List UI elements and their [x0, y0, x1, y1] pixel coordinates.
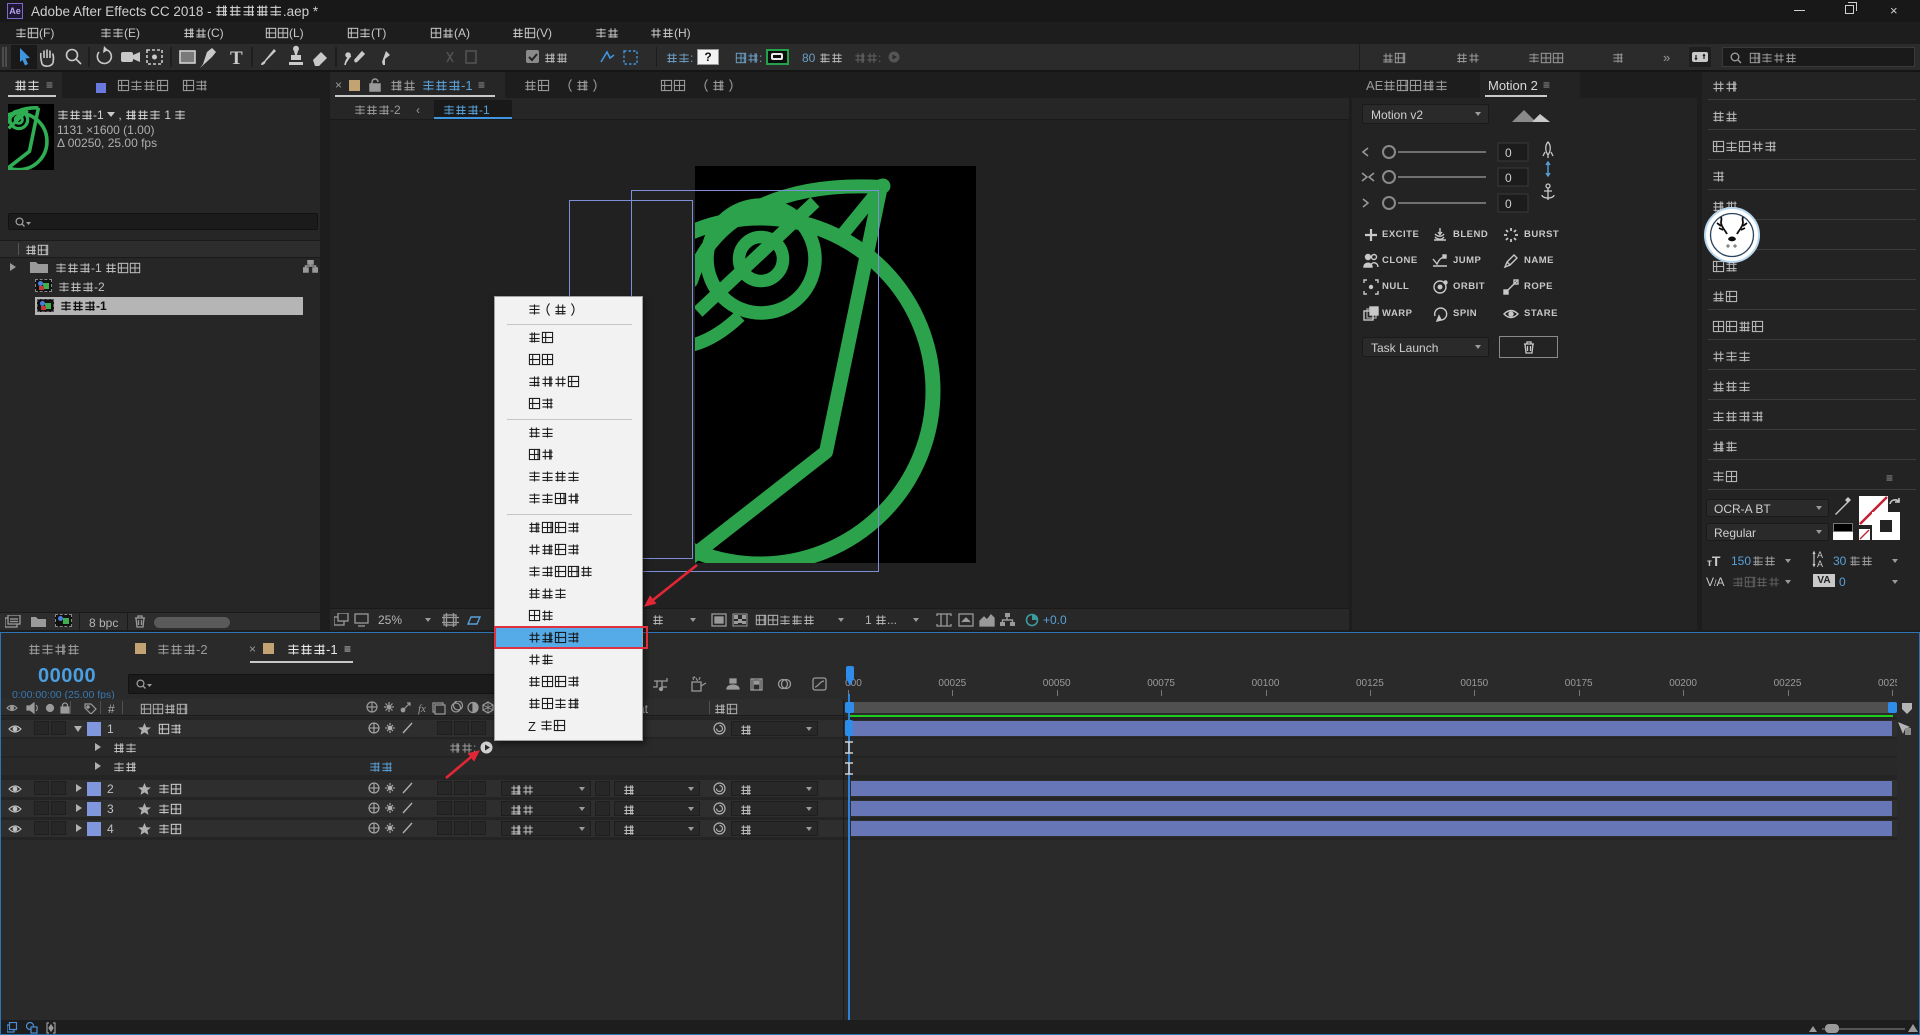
svg-text:0: 0: [1505, 197, 1512, 211]
svg-text:0: 0: [1505, 146, 1512, 160]
svg-text:A: A: [1817, 559, 1823, 568]
svg-text:fx: fx: [418, 703, 426, 715]
svg-text:0: 0: [1505, 171, 1512, 185]
svg-text:T: T: [230, 48, 243, 69]
